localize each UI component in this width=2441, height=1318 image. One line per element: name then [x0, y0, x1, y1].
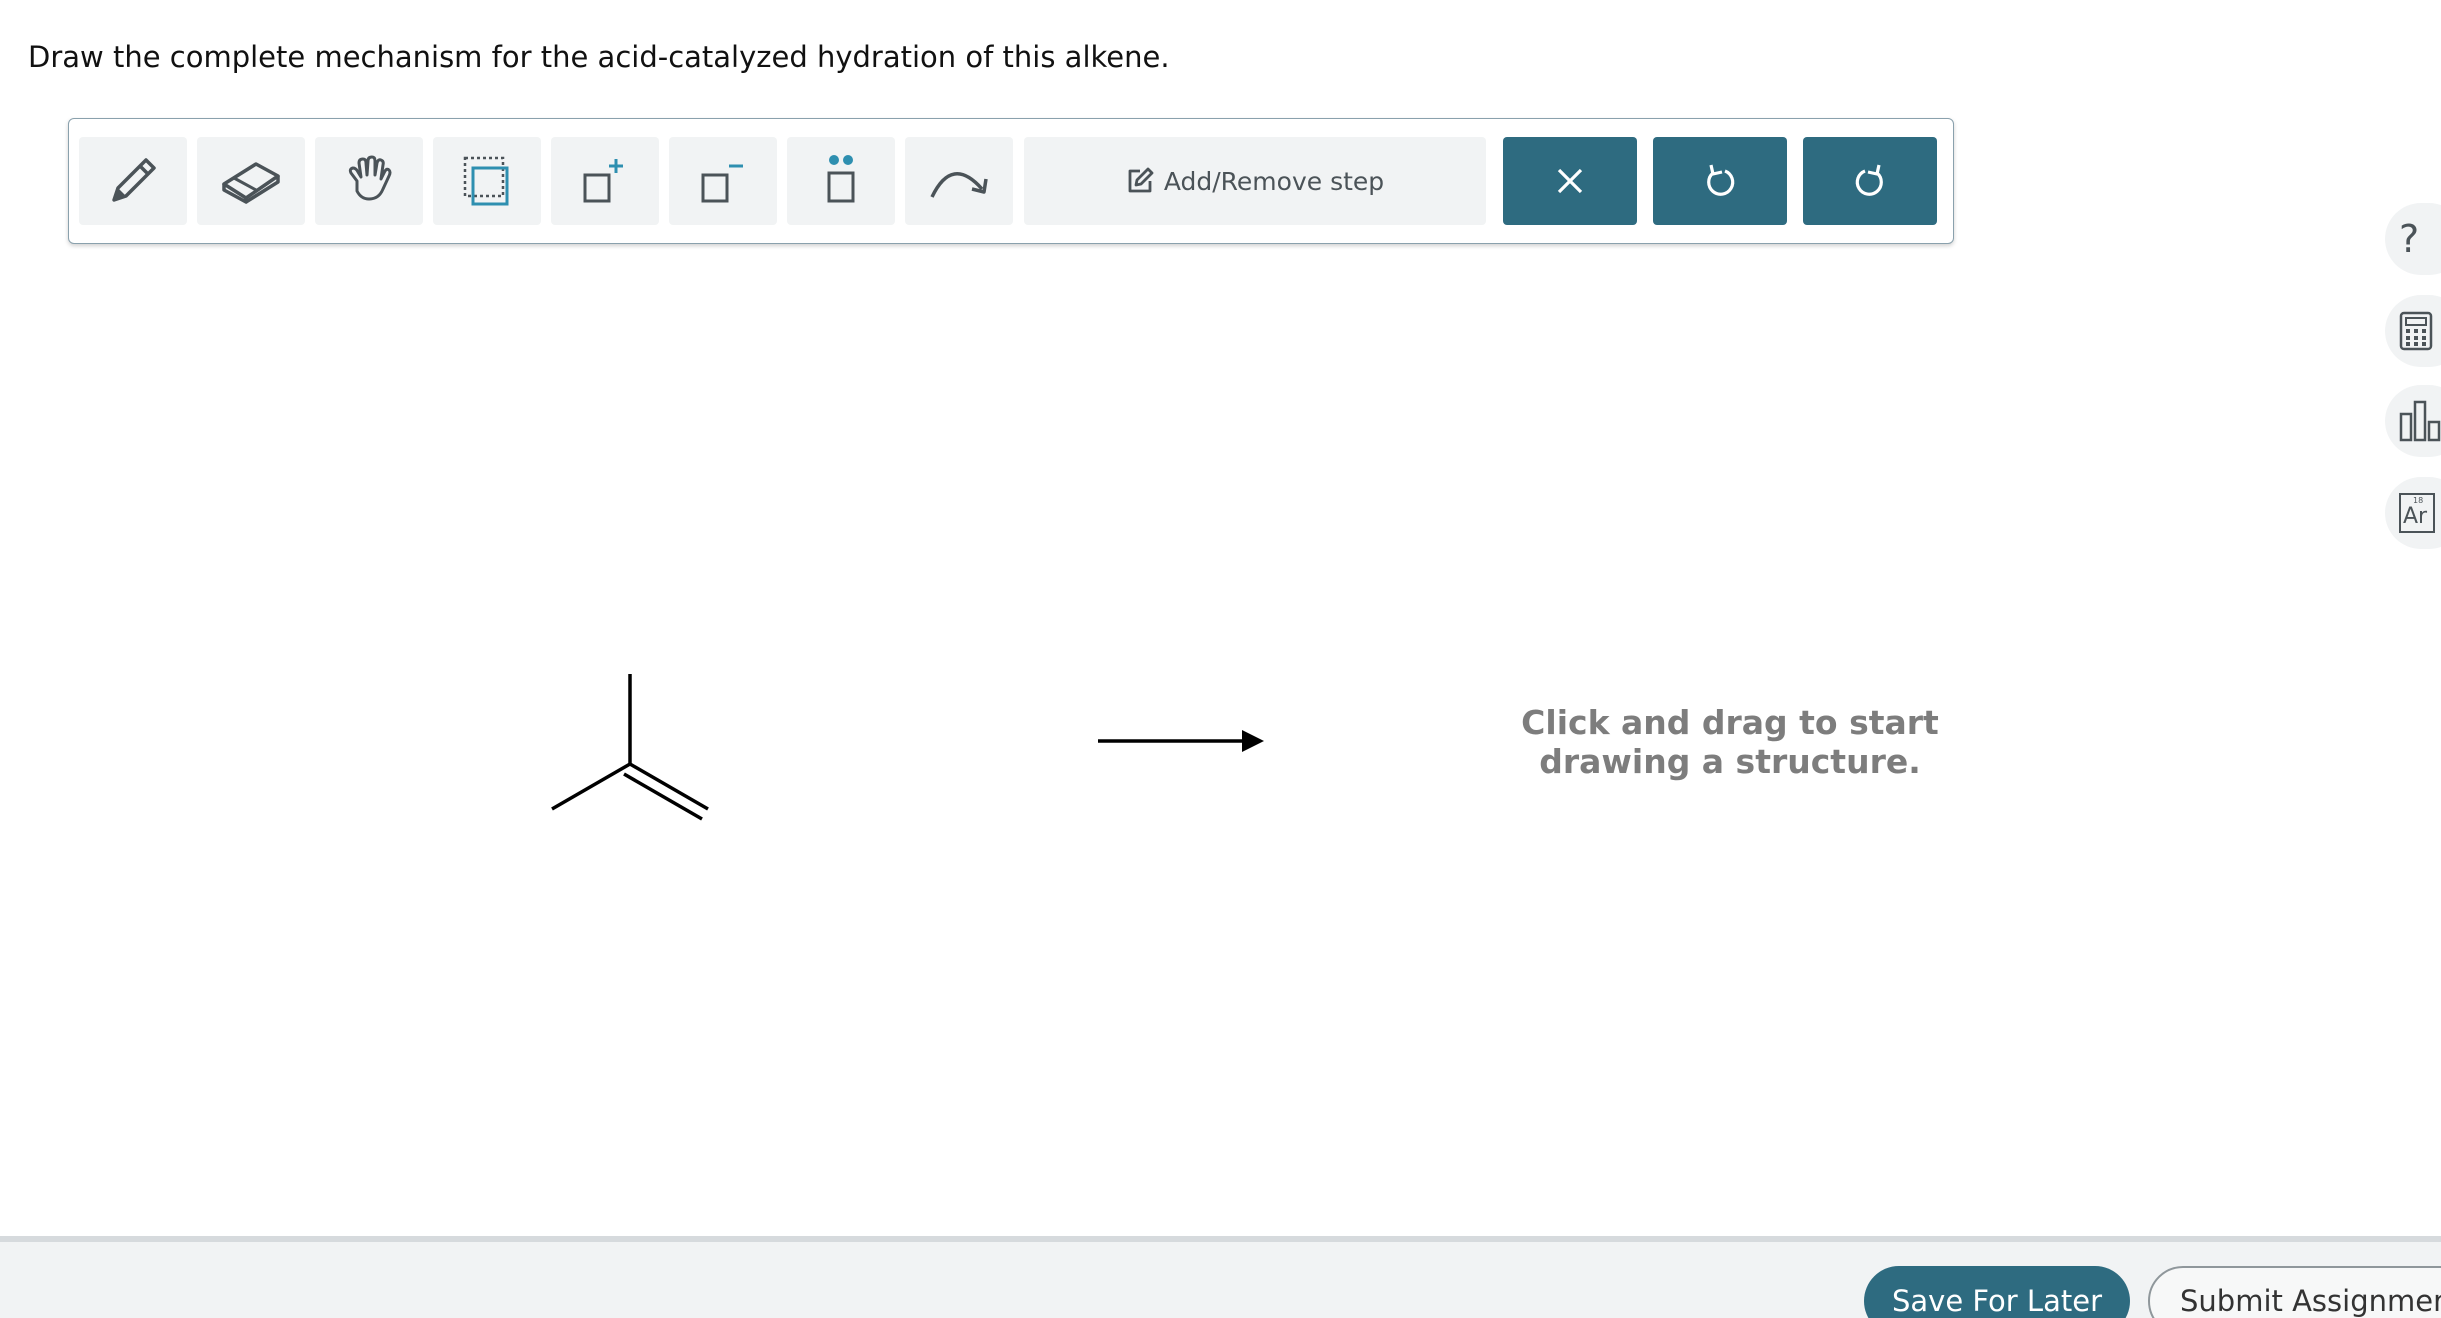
hand-tool-button[interactable]	[315, 137, 423, 225]
undo-button[interactable]	[1653, 137, 1787, 225]
calculator-icon	[2399, 311, 2433, 351]
question-prompt: Draw the complete mechanism for the acid…	[28, 40, 1170, 74]
pencil-tool-button[interactable]	[79, 137, 187, 225]
add-remove-step-button[interactable]: Add/Remove step	[1024, 137, 1486, 225]
clear-button[interactable]	[1503, 137, 1637, 225]
canvas-hint-line1: Click and drag to start	[1521, 703, 1939, 742]
lone-pair-tool-button[interactable]	[787, 137, 895, 225]
canvas-hint-line2: drawing a structure.	[1539, 742, 1921, 781]
pencil-icon	[112, 158, 156, 202]
help-button[interactable]: ?	[2385, 203, 2441, 275]
add-negative-charge-icon	[701, 164, 743, 203]
negative-charge-tool-button[interactable]	[669, 137, 777, 225]
curved-arrow-tool-button[interactable]	[905, 137, 1013, 225]
redo-icon	[1855, 164, 1883, 196]
periodic-table-button[interactable]: 18 Ar	[2385, 477, 2441, 549]
eraser-icon	[222, 162, 280, 204]
lone-pair-icon	[827, 155, 855, 203]
select-box-icon	[463, 156, 509, 206]
save-for-later-button[interactable]: Save For Later	[1864, 1266, 2130, 1318]
close-icon	[1557, 168, 1583, 194]
reaction-arrow	[1098, 730, 1264, 752]
add-remove-step-label: Add/Remove step	[1163, 166, 1385, 196]
calculator-button[interactable]	[2385, 295, 2441, 367]
add-positive-charge-icon	[583, 159, 623, 203]
drawing-toolbar: Add/Remove step	[68, 118, 1954, 244]
eraser-tool-button[interactable]	[197, 137, 305, 225]
page: Draw the complete mechanism for the acid…	[0, 0, 2441, 1318]
chart-icon	[2399, 400, 2441, 442]
hand-icon	[348, 155, 392, 201]
periodic-table-symbol: Ar	[2403, 504, 2428, 529]
drawing-canvas[interactable]	[0, 250, 2380, 1230]
positive-charge-tool-button[interactable]	[551, 137, 659, 225]
canvas-hint: Click and drag to start drawing a struct…	[1480, 703, 1980, 781]
submit-assignment-button[interactable]: Submit Assignment	[2148, 1266, 2441, 1318]
select-tool-button[interactable]	[433, 137, 541, 225]
redo-button[interactable]	[1803, 137, 1937, 225]
undo-icon	[1707, 164, 1735, 196]
alkene-structure	[551, 674, 709, 821]
edit-icon	[1128, 167, 1154, 193]
curved-arrow-icon	[930, 172, 988, 198]
periodic-table-icon: 18 Ar	[2399, 493, 2435, 533]
canvas-graphics	[551, 674, 1264, 821]
help-icon: ?	[2399, 217, 2420, 261]
footer-bar: Save For Later Submit Assignment	[0, 1236, 2441, 1318]
chart-button[interactable]	[2385, 385, 2441, 457]
